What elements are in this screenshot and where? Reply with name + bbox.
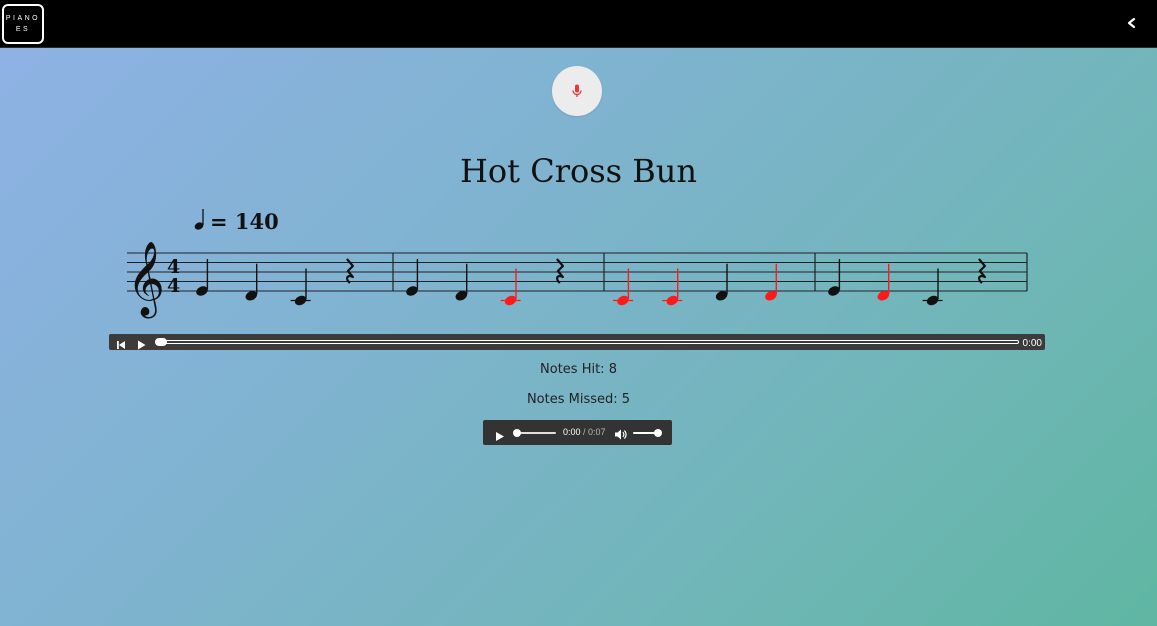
score-progress-track[interactable]	[155, 340, 1019, 344]
note-missed	[613, 268, 633, 306]
score-play-button[interactable]	[135, 336, 147, 350]
play-icon	[138, 340, 146, 350]
play-icon	[496, 432, 504, 441]
note-hit	[406, 259, 419, 296]
note-missed	[765, 263, 777, 301]
audio-progress-track[interactable]	[516, 432, 556, 434]
note-hit	[290, 268, 311, 306]
note-hit	[828, 259, 841, 296]
audio-current-time: 0:00	[563, 427, 581, 437]
score-time: 0:00	[1022, 338, 1042, 349]
audio-player: 0:00 / 0:07	[483, 420, 672, 445]
note-hit	[196, 259, 209, 296]
tempo-marking: = 140	[194, 209, 279, 234]
note-missed	[500, 268, 521, 306]
volume-button[interactable]	[614, 426, 627, 440]
note-missed	[877, 263, 890, 301]
skip-back-icon	[117, 341, 125, 349]
staff-lines	[127, 252, 1027, 292]
audio-play-button[interactable]	[494, 427, 505, 441]
score-progress-thumb[interactable]	[155, 338, 167, 346]
note-hit	[922, 268, 943, 306]
audio-progress-thumb[interactable]	[513, 429, 521, 437]
time-signature-bottom: 4	[167, 275, 180, 297]
notes-layer	[196, 258, 986, 306]
treble-clef: 𝄞	[127, 242, 165, 319]
notes-hit-label: Notes Hit: 8	[540, 362, 617, 377]
notes-missed-label: Notes Missed: 5	[526, 392, 631, 407]
note-missed	[662, 268, 683, 306]
skip-back-button[interactable]	[115, 336, 127, 349]
score-playback-bar: 0:00	[109, 334, 1045, 350]
audio-time: 0:00 / 0:07	[563, 427, 606, 438]
note-hit	[455, 263, 468, 301]
volume-icon	[615, 429, 627, 440]
tempo-value: = 140	[210, 209, 279, 234]
audio-time-separator: /	[580, 427, 589, 437]
note-hit	[245, 263, 258, 301]
note-hit	[715, 263, 728, 301]
audio-duration: 0:07	[588, 427, 606, 437]
volume-slider-thumb[interactable]	[654, 429, 662, 437]
sheet-music: = 140 𝄞 4 4	[127, 209, 1028, 319]
